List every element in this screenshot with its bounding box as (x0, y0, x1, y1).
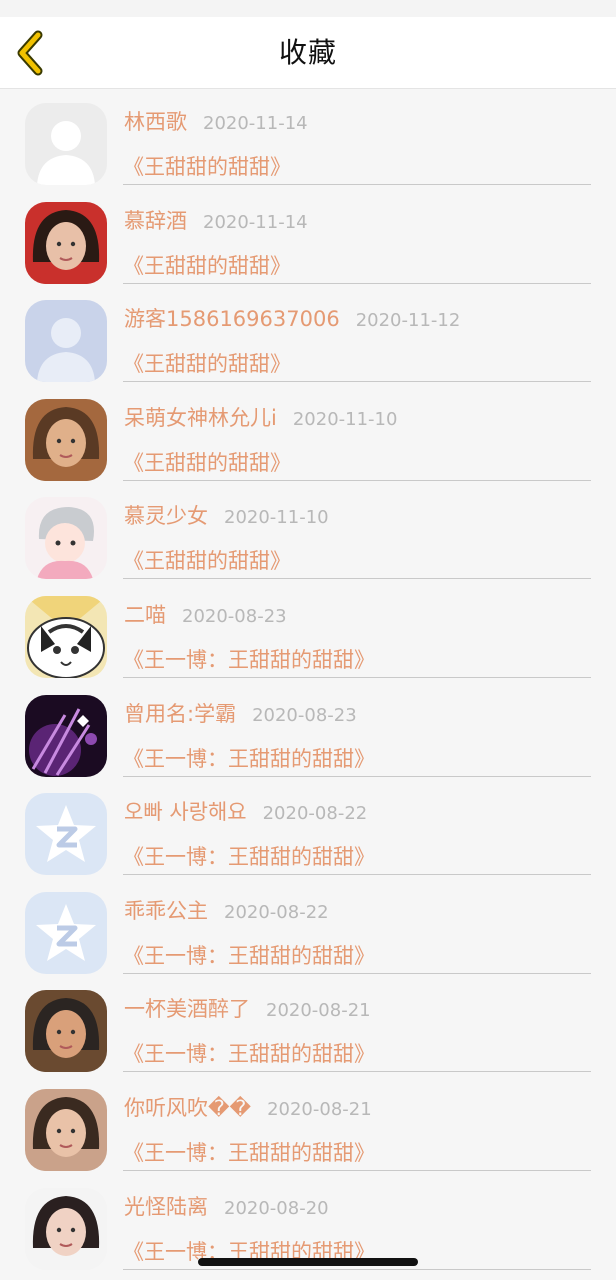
name-line: 曾用名:学霸 2020-08-23 (124, 699, 594, 729)
favorite-title-link[interactable]: 《王一博：王甜甜的甜甜》 (123, 941, 375, 971)
favorite-title-link[interactable]: 《王一博：王甜甜的甜甜》 (123, 744, 375, 774)
avatar[interactable] (25, 595, 107, 678)
name-line: 二喵 2020-08-23 (124, 600, 594, 630)
name-line: 你听风吹�� 2020-08-21 (124, 1093, 594, 1123)
favorite-title-link[interactable]: 《王甜甜的甜甜》 (123, 152, 291, 182)
row-divider (123, 775, 591, 777)
user-name[interactable]: 乖乖公主 (124, 899, 208, 923)
page-title: 收藏 (278, 36, 337, 69)
name-line: 乖乖公主 2020-08-22 (124, 896, 594, 926)
row-divider (123, 874, 591, 876)
name-line: 呆萌女神林允儿i 2020-11-10 (124, 403, 594, 433)
favorite-title-link[interactable]: 《王甜甜的甜甜》 (123, 546, 291, 576)
list-item[interactable]: 你听风吹�� 2020-08-21 《王一博：王甜甜的甜甜》 (0, 1075, 616, 1174)
user-name[interactable]: 呆萌女神林允儿i (124, 406, 277, 430)
list-item[interactable]: 慕辞酒 2020-11-14 《王甜甜的甜甜》 (0, 188, 616, 287)
post-date: 2020-08-23 (252, 704, 357, 726)
row-divider (123, 676, 591, 678)
avatar[interactable] (25, 1187, 107, 1270)
list-item[interactable]: 呆萌女神林允儿i 2020-11-10 《王甜甜的甜甜》 (0, 385, 616, 484)
avatar[interactable] (25, 990, 107, 1073)
favorites-list: 林西歌 2020-11-14 《王甜甜的甜甜》 慕辞酒 2020-11-14 《王甜甜的甜… (0, 89, 616, 1272)
user-name[interactable]: 慕灵少女 (124, 504, 208, 528)
list-item[interactable]: 一杯美酒醉了 2020-08-21 《王一博：王甜甜的甜甜》 (0, 976, 616, 1075)
post-date: 2020-11-10 (292, 408, 398, 430)
post-date: 2020-11-12 (355, 310, 461, 332)
favorite-title-link[interactable]: 《王一博：王甜甜的甜甜》 (123, 1039, 375, 1069)
avatar[interactable] (25, 1088, 107, 1171)
name-line: 光怪陆离 2020-08-20 (124, 1192, 594, 1222)
favorite-title-link[interactable]: 《王一博：王甜甜的甜甜》 (123, 1138, 375, 1168)
row-divider (123, 381, 591, 383)
name-line: 오빠 사랑해요 2020-08-22 (124, 797, 594, 827)
user-name[interactable]: 光怪陆离 (124, 1195, 208, 1219)
row-divider (123, 972, 591, 974)
post-date: 2020-08-21 (266, 1000, 371, 1022)
user-name[interactable]: 오빠 사랑해요 (124, 800, 247, 824)
row-divider (123, 1169, 591, 1171)
avatar[interactable] (25, 103, 107, 185)
row-divider (123, 1071, 591, 1073)
user-name[interactable]: 二喵 (124, 603, 166, 627)
list-item[interactable]: 乖乖公主 2020-08-22 《王一博：王甜甜的甜甜》 (0, 878, 616, 977)
avatar[interactable] (25, 497, 107, 580)
row-divider (123, 578, 591, 580)
favorite-title-link[interactable]: 《王甜甜的甜甜》 (123, 349, 291, 379)
home-indicator (198, 1258, 418, 1266)
user-name[interactable]: 林西歌 (124, 110, 187, 134)
post-date: 2020-08-22 (262, 803, 368, 825)
avatar[interactable] (25, 300, 107, 383)
post-date: 2020-11-14 (203, 211, 308, 233)
user-name[interactable]: 一杯美酒醉了 (124, 997, 250, 1021)
user-name[interactable]: 你听风吹�� (124, 1096, 251, 1120)
list-item[interactable]: 曾用名:学霸 2020-08-23 《王一博：王甜甜的甜甜》 (0, 681, 616, 780)
row-divider (123, 282, 591, 284)
navigation-bar: 收藏 (0, 17, 616, 89)
user-name[interactable]: 慕辞酒 (124, 209, 187, 233)
name-line: 慕灵少女 2020-11-10 (124, 501, 594, 531)
user-name[interactable]: 曾用名:学霸 (124, 702, 236, 726)
post-date: 2020-08-23 (182, 605, 287, 627)
row-divider (123, 479, 591, 481)
avatar[interactable] (25, 891, 107, 974)
status-bar (0, 0, 616, 17)
post-date: 2020-08-21 (267, 1098, 372, 1120)
row-divider (123, 1268, 591, 1270)
name-line: 慕辞酒 2020-11-14 (124, 206, 594, 236)
name-line: 游客1586169637006 2020-11-12 (124, 304, 594, 334)
name-line: 一杯美酒醉了 2020-08-21 (124, 994, 594, 1024)
avatar[interactable] (25, 793, 107, 876)
list-item[interactable]: 林西歌 2020-11-14 《王甜甜的甜甜》 (0, 89, 616, 188)
list-item[interactable]: 慕灵少女 2020-11-10 《王甜甜的甜甜》 (0, 483, 616, 582)
post-date: 2020-11-10 (224, 507, 329, 529)
list-item[interactable]: 오빠 사랑해요 2020-08-22 《王一博：王甜甜的甜甜》 (0, 779, 616, 878)
post-date: 2020-08-20 (224, 1197, 329, 1219)
row-divider (123, 184, 591, 185)
favorite-title-link[interactable]: 《王甜甜的甜甜》 (123, 448, 291, 478)
list-item[interactable]: 游客1586169637006 2020-11-12 《王甜甜的甜甜》 (0, 286, 616, 385)
post-date: 2020-08-22 (224, 901, 329, 923)
avatar[interactable] (25, 201, 107, 284)
post-date: 2020-11-14 (203, 113, 308, 134)
favorite-title-link[interactable]: 《王一博：王甜甜的甜甜》 (123, 645, 375, 675)
avatar[interactable] (25, 398, 107, 481)
name-line: 林西歌 2020-11-14 (124, 107, 594, 137)
list-item[interactable]: 二喵 2020-08-23 《王一博：王甜甜的甜甜》 (0, 582, 616, 681)
user-name[interactable]: 游客1586169637006 (124, 307, 340, 331)
avatar[interactable] (25, 694, 107, 777)
favorite-title-link[interactable]: 《王甜甜的甜甜》 (123, 251, 291, 281)
favorite-title-link[interactable]: 《王一博：王甜甜的甜甜》 (123, 842, 375, 872)
